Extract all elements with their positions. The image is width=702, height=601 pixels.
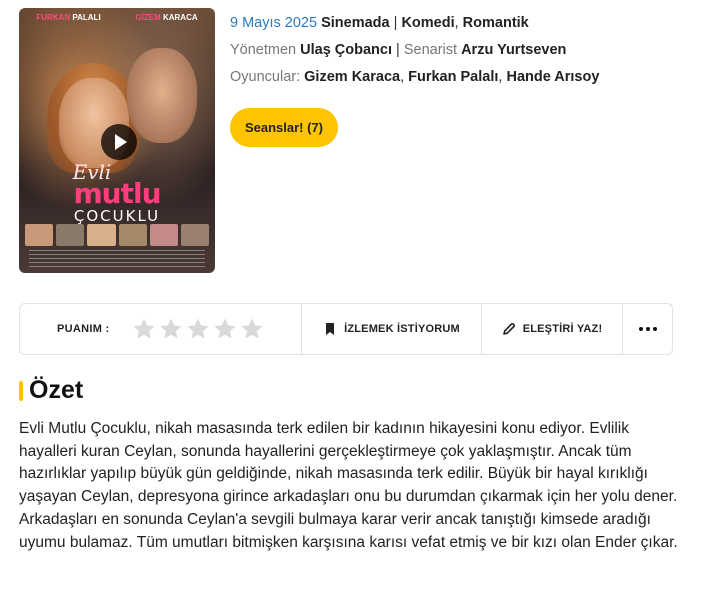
release-place: Sinemada: [321, 15, 390, 31]
rating-label: PUANIM :: [57, 323, 110, 335]
trailer-play-button[interactable]: [101, 124, 137, 160]
pencil-icon: [502, 322, 516, 336]
genre-link[interactable]: Romantik: [463, 15, 529, 31]
cast-link[interactable]: Furkan Palalı: [408, 69, 498, 85]
cast-link[interactable]: Hande Arısoy: [506, 69, 599, 85]
director-link[interactable]: Ulaş Çobancı: [300, 42, 392, 58]
poster-actor2-name: GİZEM: [135, 13, 161, 22]
poster-thumb: [180, 224, 210, 246]
action-bar: PUANIM : İZLEMEK İSTİYORUM ELEŞTİRİ YAZ!: [19, 303, 673, 355]
movie-poster[interactable]: FURKAN PALALI GİZEM KARACA Evli mutlu ÇO…: [19, 8, 215, 273]
poster-thumb: [87, 224, 116, 246]
summary-title: Özet: [29, 376, 84, 404]
separator: |: [396, 42, 400, 58]
play-icon: [114, 134, 127, 150]
rating-section: PUANIM :: [20, 304, 302, 354]
separator: |: [393, 15, 398, 31]
more-dots-icon: [638, 327, 657, 331]
write-review-label: ELEŞTİRİ YAZ!: [522, 323, 603, 335]
star-icon[interactable]: [159, 317, 183, 341]
star-icon[interactable]: [186, 317, 210, 341]
poster-title-logo: Evli mutlu ÇOCUKLU: [19, 162, 215, 225]
star-rating: [132, 317, 264, 341]
poster-credits-block: [29, 250, 205, 268]
poster-thumb: [118, 224, 147, 246]
more-options-button[interactable]: [623, 304, 672, 354]
poster-figure-man: [127, 48, 197, 143]
poster-cast-names: FURKAN PALALI GİZEM KARACA: [19, 13, 215, 22]
poster-actor2-surname: KARACA: [162, 13, 198, 22]
star-icon[interactable]: [213, 317, 237, 341]
summary-text: Evli Mutlu Çocuklu, nikah masasında terk…: [19, 420, 678, 551]
cast-label: Oyuncular:: [230, 69, 301, 85]
release-row: 9 Mayıs 2025 Sinemada | Komedi, Romantik: [230, 14, 599, 41]
crew-row: Yönetmen Ulaş Çobancı | Senarist Arzu Yu…: [230, 41, 599, 68]
cast-link[interactable]: Gizem Karaca: [304, 69, 400, 85]
poster-thumbnails: [25, 224, 210, 246]
poster-actor1-name: FURKAN: [36, 13, 71, 22]
writer-label: Senarist: [403, 42, 458, 58]
poster-thumb: [149, 224, 178, 246]
separator: ,: [400, 69, 405, 85]
writer-link[interactable]: Arzu Yurtseven: [461, 42, 566, 58]
separator: ,: [454, 15, 459, 31]
watchlist-button[interactable]: İZLEMEK İSTİYORUM: [302, 304, 482, 354]
poster-thumb: [56, 224, 85, 246]
heading-accent-bar: [19, 380, 23, 401]
bookmark-icon: [323, 322, 337, 336]
poster-actor1-surname: PALALI: [72, 13, 101, 22]
director-label: Yönetmen: [230, 42, 297, 58]
summary-header: Özet: [19, 376, 83, 405]
release-date[interactable]: 9 Mayıs 2025: [230, 15, 317, 31]
separator: ,: [498, 69, 503, 85]
poster-thumb: [25, 224, 54, 246]
watchlist-label: İZLEMEK İSTİYORUM: [344, 323, 460, 335]
genre-link[interactable]: Komedi: [401, 15, 454, 31]
write-review-button[interactable]: ELEŞTİRİ YAZ!: [482, 304, 623, 354]
showtimes-button[interactable]: Seanslar! (7): [230, 108, 338, 147]
poster-logo-line2: mutlu: [73, 177, 161, 210]
star-icon[interactable]: [132, 317, 156, 341]
poster-logo-line3: ÇOCUKLU: [73, 207, 161, 225]
star-icon[interactable]: [240, 317, 264, 341]
cast-row: Oyuncular: Gizem Karaca, Furkan Palalı, …: [230, 68, 599, 95]
movie-meta: 9 Mayıs 2025 Sinemada | Komedi, Romantik…: [230, 14, 599, 95]
